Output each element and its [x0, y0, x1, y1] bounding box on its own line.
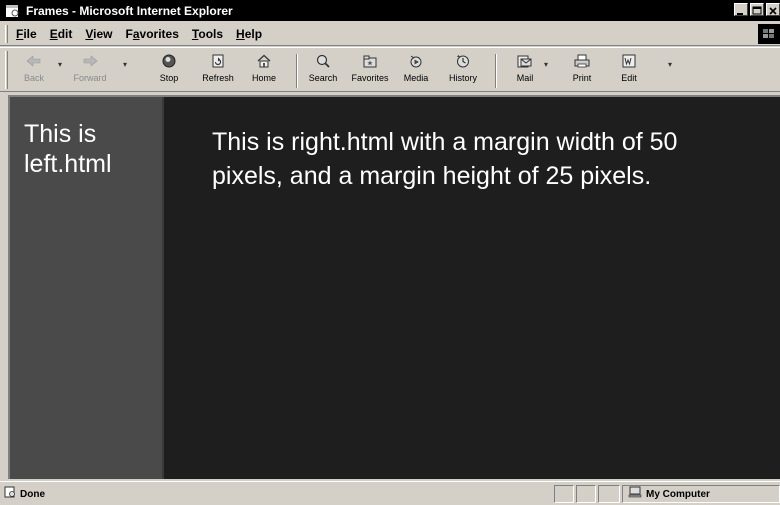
- maximize-button[interactable]: [750, 3, 764, 16]
- edit-dropdown-icon[interactable]: ▾: [668, 60, 672, 69]
- back-dropdown-icon[interactable]: ▾: [58, 60, 62, 69]
- minimize-icon: [737, 13, 743, 15]
- right-frame-text: This is right.html with a margin width o…: [212, 128, 678, 190]
- toolbar-grip: [5, 51, 8, 89]
- mail-button[interactable]: Mail: [505, 52, 545, 83]
- stop-button[interactable]: Stop: [149, 52, 189, 83]
- menu-grip: [5, 24, 8, 43]
- refresh-button[interactable]: Refresh: [198, 52, 238, 83]
- right-frame: This is right.html with a margin width o…: [164, 97, 780, 479]
- print-button[interactable]: Print: [562, 52, 602, 83]
- search-icon: [314, 52, 332, 70]
- edit-button[interactable]: Edit: [609, 52, 649, 83]
- media-button[interactable]: Media: [396, 52, 436, 83]
- close-button[interactable]: [766, 3, 780, 16]
- menu-favorites[interactable]: Favorites: [126, 27, 179, 41]
- standard-toolbar: Back ▾ Forward ▾ Stop Refresh Home Searc…: [0, 47, 780, 92]
- menu-help[interactable]: Help: [236, 27, 262, 41]
- toolbar-separator: [296, 54, 298, 88]
- mail-icon: [516, 52, 534, 70]
- favorites-button[interactable]: Favorites: [350, 52, 390, 83]
- status-text: Done: [20, 488, 45, 500]
- status-panel: [554, 485, 574, 503]
- media-icon: [407, 52, 425, 70]
- toolbar-separator: [495, 54, 497, 88]
- home-button[interactable]: Home: [244, 52, 284, 83]
- back-button[interactable]: Back: [14, 52, 54, 83]
- document-area: This is left.html This is right.html wit…: [8, 95, 780, 479]
- my-computer-icon: [628, 485, 642, 503]
- menu-file[interactable]: File: [16, 27, 37, 41]
- stop-icon: [160, 52, 178, 70]
- home-icon: [255, 52, 273, 70]
- menu-tools[interactable]: Tools: [192, 27, 223, 41]
- window-title: Frames - Microsoft Internet Explorer: [26, 3, 233, 18]
- favorites-folder-icon: [361, 52, 379, 70]
- status-panel: [598, 485, 620, 503]
- search-button[interactable]: Search: [303, 52, 343, 83]
- security-zone: My Computer: [622, 485, 780, 503]
- window-controls: [734, 3, 780, 16]
- forward-arrow-icon: [81, 52, 99, 70]
- windows-flag-icon: [763, 29, 774, 38]
- windows-logo: [758, 24, 780, 44]
- status-bar: Done My Computer: [0, 481, 780, 505]
- minimize-button[interactable]: [734, 3, 748, 16]
- printer-icon: [573, 52, 591, 70]
- close-icon: [769, 7, 777, 15]
- status-panel: [576, 485, 596, 503]
- ie-page-icon: [5, 4, 21, 18]
- left-frame: This is left.html: [10, 97, 162, 479]
- maximize-icon: [752, 6, 762, 15]
- forward-button[interactable]: Forward: [70, 52, 110, 83]
- browser-window: Frames - Microsoft Internet Explorer Fil…: [0, 0, 780, 505]
- forward-dropdown-icon[interactable]: ▾: [123, 60, 127, 69]
- refresh-icon: [209, 52, 227, 70]
- history-button[interactable]: History: [443, 52, 483, 83]
- history-icon: [454, 52, 472, 70]
- status-area: Done: [4, 485, 45, 503]
- menu-edit[interactable]: Edit: [50, 27, 73, 41]
- back-arrow-icon: [25, 52, 43, 70]
- word-edit-icon: [620, 52, 638, 70]
- mail-dropdown-icon[interactable]: ▾: [544, 60, 548, 69]
- title-bar: Frames - Microsoft Internet Explorer: [0, 0, 780, 21]
- menu-view[interactable]: View: [85, 27, 112, 41]
- left-frame-text: This is left.html: [24, 120, 112, 178]
- zone-label: My Computer: [646, 488, 710, 500]
- menu-bar: File Edit View Favorites Tools Help: [0, 22, 780, 46]
- page-done-icon: [4, 485, 16, 503]
